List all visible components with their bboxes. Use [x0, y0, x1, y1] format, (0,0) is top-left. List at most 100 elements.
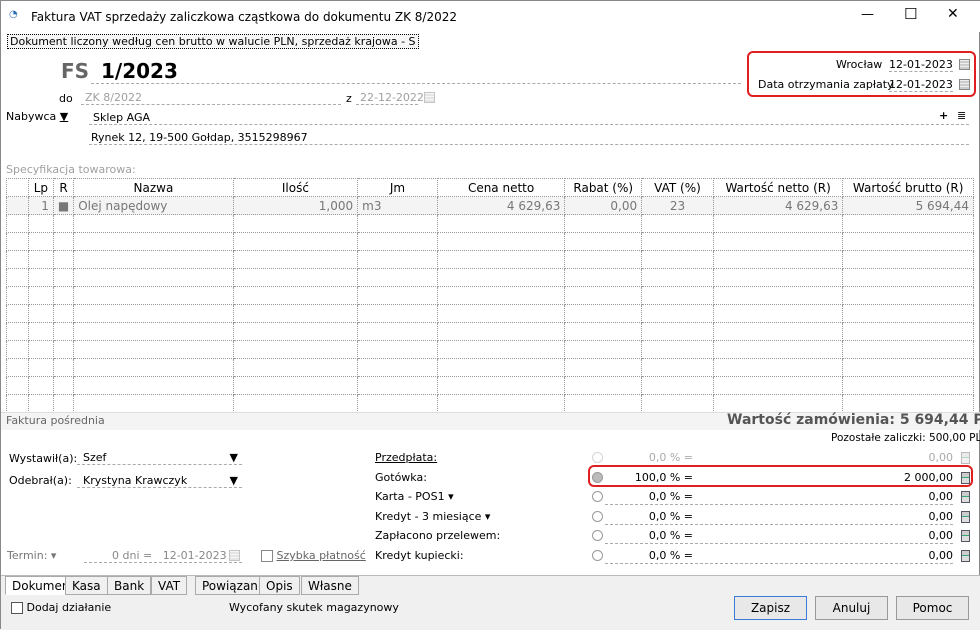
- table-cell[interactable]: [436, 394, 566, 413]
- issued-select[interactable]: Szef ▼: [77, 451, 242, 465]
- table-row[interactable]: [6, 268, 974, 287]
- buyer-dropdown[interactable]: Nabywca ▼: [6, 110, 68, 123]
- table-cell[interactable]: [842, 250, 974, 269]
- table-cell[interactable]: [232, 214, 359, 233]
- table-cell[interactable]: m3: [357, 196, 438, 215]
- table-cell[interactable]: [712, 232, 844, 251]
- table-cell[interactable]: [27, 304, 54, 323]
- table-cell[interactable]: [357, 232, 438, 251]
- table-cell[interactable]: [712, 376, 844, 395]
- table-cell[interactable]: [436, 322, 566, 341]
- table-cell[interactable]: [27, 340, 54, 359]
- table-row[interactable]: [6, 322, 974, 341]
- table-cell[interactable]: [73, 232, 234, 251]
- source-doc-field[interactable]: ZK 8/2022: [81, 91, 341, 105]
- calculator-icon[interactable]: [961, 510, 970, 523]
- table-cell[interactable]: [641, 214, 714, 233]
- table-cell[interactable]: [436, 376, 566, 395]
- table-cell[interactable]: [6, 214, 29, 233]
- tab-kasa[interactable]: Kasa: [65, 576, 108, 595]
- table-cell[interactable]: [6, 196, 29, 215]
- table-cell[interactable]: [641, 358, 714, 377]
- table-cell[interactable]: [52, 286, 75, 305]
- table-row[interactable]: [6, 340, 974, 359]
- calendar-icon[interactable]: [229, 550, 240, 561]
- table-cell[interactable]: [27, 214, 54, 233]
- calendar-icon[interactable]: [959, 79, 970, 90]
- table-row[interactable]: [6, 232, 974, 251]
- table-cell[interactable]: [641, 268, 714, 287]
- table-cell[interactable]: [52, 358, 75, 377]
- table-cell[interactable]: [564, 214, 643, 233]
- table-cell[interactable]: 5 694,44: [842, 196, 974, 215]
- table-cell[interactable]: [73, 358, 234, 377]
- table-cell[interactable]: [641, 250, 714, 269]
- table-cell[interactable]: [6, 304, 29, 323]
- table-cell[interactable]: [842, 214, 974, 233]
- table-cell[interactable]: [842, 232, 974, 251]
- table-cell[interactable]: [52, 250, 75, 269]
- column-header[interactable]: VAT (%): [641, 178, 714, 197]
- items-table[interactable]: Lp R Nazwa Ilość Jm Cena netto Rabat (%) VAT (%…: [6, 178, 974, 413]
- tab-vat[interactable]: VAT: [151, 576, 188, 595]
- table-cell[interactable]: [842, 394, 974, 413]
- table-cell[interactable]: [52, 322, 75, 341]
- table-row[interactable]: [6, 376, 974, 395]
- payment-amount-field[interactable]: 0,0 % = 0,00: [605, 549, 953, 564]
- table-cell[interactable]: [232, 340, 359, 359]
- add-buyer-icon[interactable]: +: [939, 109, 948, 122]
- table-cell[interactable]: [73, 322, 234, 341]
- table-cell[interactable]: [27, 232, 54, 251]
- table-cell[interactable]: [232, 250, 359, 269]
- column-header[interactable]: Jm: [357, 178, 438, 197]
- table-row[interactable]: [6, 286, 974, 305]
- table-cell[interactable]: [73, 250, 234, 269]
- table-cell[interactable]: [6, 250, 29, 269]
- table-cell[interactable]: [357, 322, 438, 341]
- table-cell[interactable]: [232, 358, 359, 377]
- table-cell[interactable]: [6, 286, 29, 305]
- calculator-icon[interactable]: [961, 549, 970, 562]
- table-cell[interactable]: [73, 376, 234, 395]
- table-cell[interactable]: [842, 286, 974, 305]
- table-cell[interactable]: [564, 358, 643, 377]
- table-cell[interactable]: [564, 250, 643, 269]
- term-dropdown[interactable]: Termin: ▾: [7, 549, 56, 562]
- table-cell[interactable]: [6, 268, 29, 287]
- table-cell[interactable]: [641, 286, 714, 305]
- table-cell[interactable]: [357, 286, 438, 305]
- table-cell[interactable]: [564, 232, 643, 251]
- table-cell[interactable]: [564, 304, 643, 323]
- table-row[interactable]: [6, 394, 974, 413]
- table-cell[interactable]: [27, 322, 54, 341]
- table-cell[interactable]: [6, 232, 29, 251]
- payment-radio[interactable]: [592, 491, 603, 502]
- table-cell[interactable]: [564, 268, 643, 287]
- table-cell[interactable]: [27, 286, 54, 305]
- table-cell[interactable]: [73, 268, 234, 287]
- doc-number[interactable]: 1/2023: [101, 59, 178, 83]
- table-cell[interactable]: [27, 376, 54, 395]
- table-cell[interactable]: [641, 376, 714, 395]
- table-row[interactable]: [6, 214, 974, 233]
- table-cell[interactable]: [73, 304, 234, 323]
- table-row[interactable]: [6, 304, 974, 323]
- maximize-button[interactable]: ☐: [904, 5, 917, 23]
- payment-label[interactable]: Karta - POS1 ▾: [375, 490, 454, 503]
- table-cell[interactable]: [27, 358, 54, 377]
- column-header[interactable]: [6, 178, 29, 197]
- table-cell[interactable]: [641, 322, 714, 341]
- table-cell[interactable]: [232, 286, 359, 305]
- buyer-list-icon[interactable]: ≣: [957, 109, 966, 122]
- tab-opis[interactable]: Opis: [259, 576, 300, 595]
- column-header[interactable]: R: [52, 178, 75, 197]
- calculator-icon[interactable]: [961, 452, 970, 464]
- table-cell[interactable]: [232, 394, 359, 413]
- table-cell[interactable]: [712, 250, 844, 269]
- table-cell[interactable]: [436, 286, 566, 305]
- payment-label[interactable]: Kredyt - 3 miesiące ▾: [375, 510, 490, 523]
- table-cell[interactable]: [52, 304, 75, 323]
- table-cell[interactable]: [52, 232, 75, 251]
- table-cell[interactable]: [357, 304, 438, 323]
- payment-radio[interactable]: [592, 530, 603, 541]
